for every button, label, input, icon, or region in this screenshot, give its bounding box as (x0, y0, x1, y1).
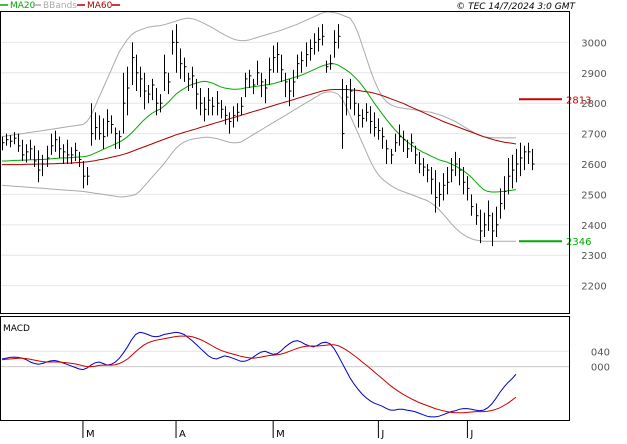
price-tick-label: 2700 (581, 130, 606, 141)
macd-tick-label: 040 (591, 347, 610, 358)
macd-lines (1, 331, 517, 418)
month-label: J (469, 429, 473, 440)
price-tick-label: 2600 (581, 160, 606, 171)
price-tick-label: 2800 (581, 99, 606, 110)
chart-canvas: 2813 2346 3000 2900 2800 2700 2600 2500 2400 230… (0, 0, 627, 440)
price-tick-label: 2300 (581, 251, 606, 262)
moving-averages (2, 63, 517, 193)
bollinger-bands (1, 11, 516, 242)
ma20-line (2, 63, 517, 193)
price-tick-label: 2400 (581, 221, 606, 232)
month-label: M (276, 429, 285, 440)
header-legend: MA20 BBands MA60 © TEC 14/7/2024 3:0 GMT (0, 1, 577, 12)
price-tick-label: 3000 (581, 38, 606, 49)
legend-ma60: MA60 (87, 1, 113, 11)
month-label: M (86, 429, 95, 440)
price-tick-label: 2900 (581, 69, 606, 80)
legend-ma20: MA20 (10, 1, 36, 11)
month-label: J (380, 429, 384, 440)
price-panel-border (0, 11, 570, 314)
month-label: A (179, 429, 186, 440)
macd-tick-label: 000 (591, 363, 610, 374)
price-tick-label: 2200 (581, 282, 606, 293)
copyright-text: © TEC 14/7/2024 3:0 GMT (456, 2, 576, 12)
price-bars (2, 24, 535, 247)
price-tick-label: 2500 (581, 190, 606, 201)
macd-line (1, 331, 517, 418)
macd-panel-title: MACD (3, 324, 30, 334)
legend-bbands: BBands (43, 1, 77, 11)
stock-chart: 28132346 3000290028002700260025002400230… (0, 1, 610, 440)
macd-signal-line (1, 335, 517, 414)
